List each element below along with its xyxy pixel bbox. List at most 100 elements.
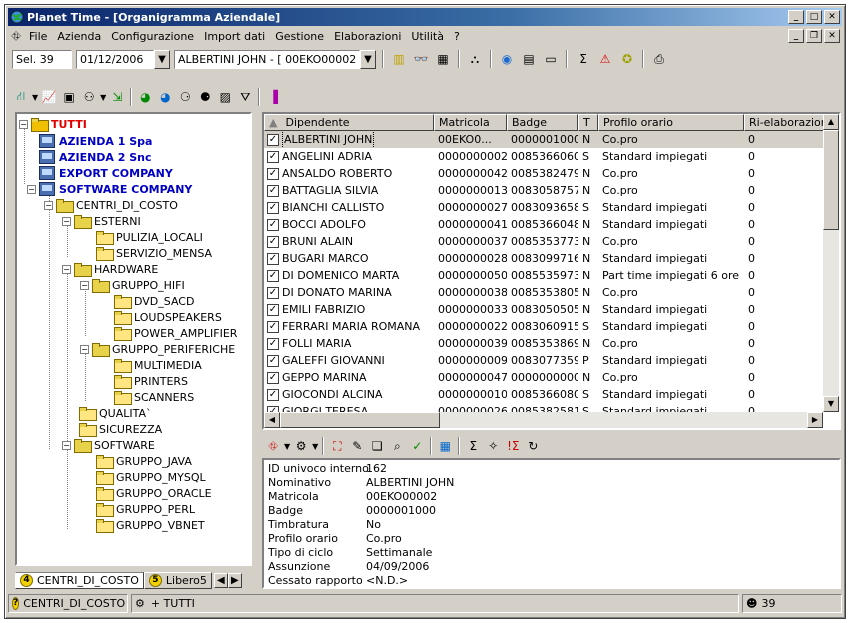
tree-node-gruppo-periferiche[interactable]: − GRUPPO_PERIFERICHE (80, 341, 235, 357)
user-add-icon[interactable]: ⚆ (176, 88, 194, 106)
scroll-right-button[interactable]: ▶ (807, 412, 823, 428)
collapse-icon[interactable]: − (62, 264, 71, 274)
grid-icon[interactable]: ▦ (434, 50, 452, 68)
col-t[interactable]: T (578, 114, 598, 131)
col-matricola[interactable]: Matricola (434, 114, 507, 131)
tree-node-software[interactable]: − SOFTWARE (62, 437, 155, 453)
week-field[interactable]: Sel. 39 (12, 49, 72, 69)
person-settings-icon[interactable]: ⚙ (292, 437, 310, 455)
tree-node-gruppo-oracle[interactable]: GRUPPO_ORACLE (96, 485, 212, 501)
row-checkbox[interactable]: ✓ (267, 337, 279, 350)
tab-scroll-right[interactable]: ▶ (227, 572, 242, 588)
table-row[interactable]: ✓ FOLLI MARIA 0000000039 0085353869 N Co.pro 0 (264, 335, 824, 352)
tree-node-printers[interactable]: PRINTERS (114, 373, 188, 389)
scroll-thumb[interactable] (823, 130, 839, 230)
tree-node-qualita[interactable]: QUALITA` (79, 405, 152, 421)
binoculars-icon[interactable]: 👓 (412, 50, 430, 68)
collapse-icon[interactable]: − (62, 216, 71, 226)
collapse-icon[interactable]: − (80, 280, 89, 290)
close-button[interactable]: ✕ (824, 10, 840, 24)
row-checkbox[interactable]: ✓ (267, 167, 279, 180)
row-checkbox[interactable]: ✓ (267, 133, 279, 146)
table-row[interactable]: ✓ ANGELINI ADRIA 0000000002 0085366060 S Stan… (264, 148, 824, 165)
person-icon[interactable]: ⚇ (80, 88, 98, 106)
menu-file[interactable]: File (24, 30, 52, 43)
tree-company-azienda-1-spa[interactable]: AZIENDA 1 Spa (39, 133, 152, 149)
calculator-icon[interactable]: ▦ (436, 437, 454, 455)
date-dropdown-button[interactable]: ▼ (154, 49, 170, 69)
tree-node-power-amplifier[interactable]: POWER_AMPLIFIER (114, 325, 237, 341)
doc-check-icon[interactable]: ✓ (408, 437, 426, 455)
org-tree[interactable]: − TUTTI AZIENDA 1 Spa AZIENDA 2 Snc EXPORT C… (15, 112, 252, 566)
col-dipendente[interactable]: ▲ Dipendente (264, 114, 434, 131)
row-checkbox[interactable]: ✓ (267, 252, 279, 265)
tree-node-gruppo-hifi[interactable]: − GRUPPO_HIFI (80, 277, 185, 293)
chart-icon[interactable]: 📈 (40, 88, 58, 106)
hscroll-thumb[interactable] (280, 412, 440, 428)
tab-libero5[interactable]: 5 Libero5 (143, 571, 212, 589)
collapse-icon[interactable]: − (80, 344, 89, 354)
row-checkbox[interactable]: ✓ (267, 235, 279, 248)
tree-node-servizio-mensa[interactable]: SERVIZIO_MENSA (96, 245, 212, 261)
sigma-icon[interactable]: Σ (574, 50, 592, 68)
menu-gestione[interactable]: Gestione (270, 30, 329, 43)
tree-node-centri-di-costo[interactable]: − CENTRI_DI_COSTO (44, 197, 178, 213)
table-row[interactable]: ✓ ANSALDO ROBERTO 0000000042 0085382479 N Co.… (264, 165, 824, 182)
tree-node-dvd-sacd[interactable]: DVD_SACD (114, 293, 194, 309)
row-checkbox[interactable]: ✓ (267, 320, 279, 333)
alert-sigma-icon[interactable]: !Σ (504, 437, 522, 455)
grid-horizontal-scrollbar[interactable]: ◀ ▶ (264, 412, 823, 428)
menu-help[interactable]: ? (449, 30, 465, 43)
collapse-icon[interactable]: − (19, 119, 28, 129)
tree-node-multimedia[interactable]: MULTIMEDIA (114, 357, 202, 373)
table-row[interactable]: ✓ ALBERTINI JOHN 00EKO0... 0000001000 N Co.pr… (264, 131, 824, 148)
warning-icon[interactable]: ⚠ (596, 50, 614, 68)
employee-dropdown-button[interactable]: ▼ (360, 49, 376, 69)
col-rielaborazione[interactable]: Ri-elaborazione (744, 114, 824, 131)
employee-select[interactable]: ALBERTINI JOHN - [ 00EKO00002 ] (174, 49, 360, 69)
row-checkbox[interactable]: ✓ (267, 218, 279, 231)
row-checkbox[interactable]: ✓ (267, 201, 279, 214)
tree-company-export-company[interactable]: EXPORT COMPANY (39, 165, 173, 181)
calendar-icon[interactable]: ▤ (520, 50, 538, 68)
tree-dropdown-icon[interactable]: ▼ (32, 93, 38, 102)
tree-node-gruppo-vbnet[interactable]: GRUPPO_VBNET (96, 517, 205, 533)
tree-node-esterni[interactable]: − ESTERNI (62, 213, 141, 229)
stamp-icon[interactable]: ⛶ (328, 437, 346, 455)
row-checkbox[interactable]: ✓ (267, 184, 279, 197)
person-dropdown-icon[interactable]: ▼ (100, 93, 106, 102)
globe-blue-icon[interactable]: ◕ (156, 88, 174, 106)
col-profilo-orario[interactable]: Profilo orario (598, 114, 744, 131)
table-row[interactable]: ✓ BIANCHI CALLISTO 0000000027 0083093658 S St… (264, 199, 824, 216)
org-icon[interactable]: ⛬ (466, 50, 484, 68)
table-row[interactable]: ✓ BATTAGLIA SILVIA 0000000013 0083058757 N Co… (264, 182, 824, 199)
settings-dropdown-icon[interactable]: ▼ (312, 442, 318, 451)
globe-green-icon[interactable]: ◕ (136, 88, 154, 106)
tree-node-tutti[interactable]: − TUTTI (19, 116, 87, 132)
row-checkbox[interactable]: ✓ (267, 269, 279, 282)
table-row[interactable]: ✓ BRUNI ALAIN 0000000037 0085353773 N Co.pro 0 (264, 233, 824, 250)
search-doc-icon[interactable]: ⌕ (388, 437, 406, 455)
recalc-icon[interactable]: ↻ (524, 437, 542, 455)
col-badge[interactable]: Badge (507, 114, 578, 131)
tree-node-loudspeakers[interactable]: LOUDSPEAKERS (114, 309, 222, 325)
menu-configurazione[interactable]: Configurazione (106, 30, 199, 43)
table-row[interactable]: ✓ GEPPO MARINA 0000000047 0000000000 N Co.pro… (264, 369, 824, 386)
card-icon[interactable]: ▭ (542, 50, 560, 68)
grid-vertical-scrollbar[interactable]: ▲ ▼ (823, 114, 839, 412)
menu-import-dati[interactable]: Import dati (199, 30, 270, 43)
tree-company-azienda-2-snc[interactable]: AZIENDA 2 Snc (39, 149, 152, 165)
tab-centri-di-costo[interactable]: 4 CENTRI_DI_COSTO (15, 571, 144, 589)
scroll-up-button[interactable]: ▲ (823, 114, 839, 130)
row-checkbox[interactable]: ✓ (267, 286, 279, 299)
row-checkbox[interactable]: ✓ (267, 371, 279, 384)
date-field[interactable]: 01/12/2006 (76, 49, 154, 69)
tab-scroll-left[interactable]: ◀ (213, 572, 228, 588)
tree-company-software-company[interactable]: − SOFTWARE COMPANY (27, 181, 192, 197)
table-row[interactable]: ✓ EMILI FABRIZIO 0000000033 0083050505 N Stan… (264, 301, 824, 318)
table-row[interactable]: ✓ BOCCI ADOLFO 0000000041 0085366048 N Standa… (264, 216, 824, 233)
user-remove-icon[interactable]: ⚈ (196, 88, 214, 106)
columns-icon[interactable]: ▥ (390, 50, 408, 68)
collapse-icon[interactable]: − (62, 440, 71, 450)
tree-node-hardware[interactable]: − HARDWARE (62, 261, 158, 277)
